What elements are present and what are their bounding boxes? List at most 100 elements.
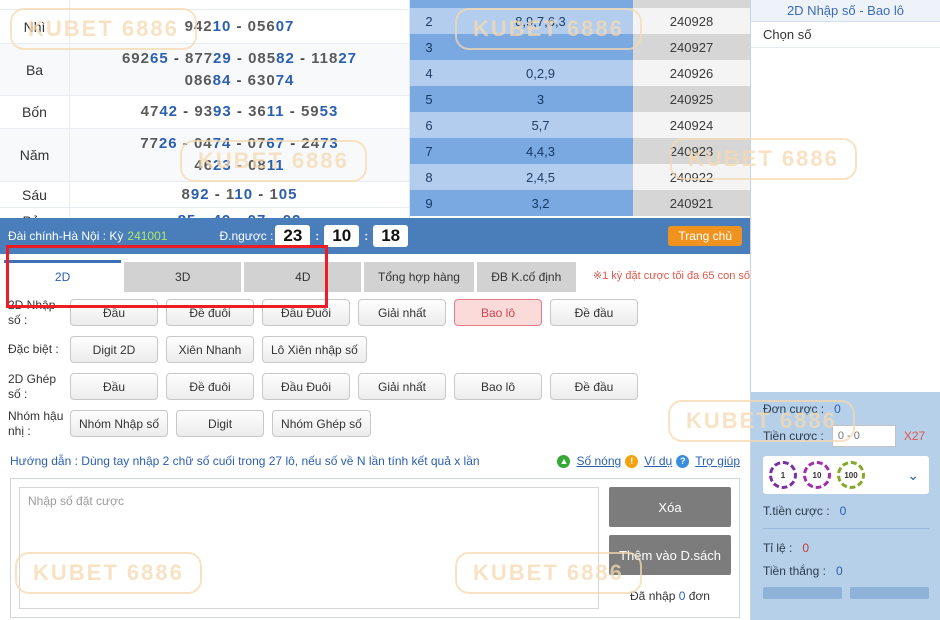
row-number: 8	[410, 164, 448, 190]
entered-suffix: đơn	[688, 589, 710, 603]
results-table: Nhì 94210 - 05607 Ba 69265 - 87729 - 085…	[0, 0, 750, 218]
bet-button-lo-xien-nhap-so[interactable]: Lô Xiên nhập số	[262, 336, 367, 363]
tab-3d[interactable]: 3D	[124, 262, 242, 292]
prize-label	[0, 0, 70, 9]
prize-results-list: Nhì 94210 - 05607 Ba 69265 - 87729 - 085…	[0, 0, 410, 218]
table-row: Ba 69265 - 87729 - 08582 - 11827 08684 -…	[0, 44, 409, 96]
win-amount-row: Tiền thắng : 0	[763, 564, 929, 578]
period-digit-table: 2 8,9,7,6,3 240928 3 240927 4 0,2,9 2409…	[410, 0, 750, 218]
bet-button-dau-duoi[interactable]: Đầu Đuôi	[262, 299, 350, 326]
bet-button-ghep-dau-duoi[interactable]: Đầu Đuôi	[262, 373, 350, 400]
bet-button-de-duoi[interactable]: Đề đuôi	[166, 299, 254, 326]
add-to-list-button[interactable]: Thêm vào D.sách	[609, 535, 731, 575]
entered-prefix: Đã nhập	[630, 589, 676, 603]
bet-summary-panel: Đơn cược : 0 Tiền cược : X27 1 10 100 ⌄ …	[751, 392, 940, 620]
bet-input-panel: Xóa Thêm vào D.sách Đã nhập 0 đơn	[10, 478, 740, 618]
question-circle-icon: ?	[676, 454, 690, 468]
bet-button-xien-nhanh[interactable]: Xiên Nhanh	[166, 336, 254, 363]
row-digits: 0,2,9	[448, 60, 633, 86]
prize-label: Bốn	[0, 96, 70, 128]
chip-10[interactable]: 10	[803, 461, 831, 489]
station-label: Đài chính-Hà Nội : Kỳ	[8, 229, 124, 243]
bet-button-dau[interactable]: Đầu	[70, 299, 158, 326]
prize-values: 85 - 49 - 07 - 02	[70, 208, 409, 218]
table-row: Nhì 94210 - 05607	[0, 10, 409, 44]
prize-values: 94210 - 05607	[184, 17, 295, 35]
guide-text: Hướng dẫn : Dùng tay nhập 2 chữ số cuối …	[10, 454, 480, 468]
tab-db-kco-dinh[interactable]: ĐB K.cố định	[476, 262, 576, 292]
table-row: 2 8,9,7,6,3 240928	[410, 8, 750, 34]
bet-amount-row: Tiền cược : X27	[763, 425, 929, 447]
prize-values	[70, 3, 409, 7]
link-tro-giup[interactable]: Trợ giúp	[695, 454, 740, 468]
chevron-down-icon[interactable]: ⌄	[907, 467, 919, 484]
bet-button-giai-nhat[interactable]: Giải nhất	[358, 299, 446, 326]
bet-button-de-dau[interactable]: Đề đầu	[550, 299, 638, 326]
table-row: 8 2,4,5 240922	[410, 164, 750, 190]
bet-button-digit-2d[interactable]: Digit 2D	[70, 336, 158, 363]
bet-amount-label: Tiền cược :	[763, 429, 824, 443]
chip-100[interactable]: 100	[837, 461, 865, 489]
table-row: 4 0,2,9 240926	[410, 60, 750, 86]
prize-values: 4742 - 9393 - 3611 - 5953	[140, 103, 339, 121]
bet-row-dac-biet: Đặc biệt : Digit 2D Xiên Nhanh Lô Xiên n…	[0, 331, 750, 368]
chip-selector: 1 10 100 ⌄	[763, 456, 929, 494]
bet-row-label: Nhóm hậu nhị :	[8, 408, 64, 438]
row-period: 240925	[633, 86, 750, 112]
bet-amount-input[interactable]	[831, 425, 896, 447]
link-so-nong[interactable]: Số nóng	[576, 454, 621, 468]
table-row-partial	[0, 0, 409, 10]
bet-button-ghep-giai-nhat[interactable]: Giải nhất	[358, 373, 446, 400]
countdown-separator: :	[315, 229, 320, 243]
tab-tong-hop-hang-so[interactable]: Tổng hợp hàng số	[364, 262, 474, 314]
bet-row-label: 2D Ghép số :	[8, 371, 57, 401]
row-number: 5	[410, 86, 448, 112]
bet-button-bao-lo[interactable]: Bao lô	[454, 299, 542, 326]
row-period: 240924	[633, 112, 750, 138]
row-digits	[448, 34, 633, 60]
chip-1[interactable]: 1	[769, 461, 797, 489]
prize-label: Năm	[0, 129, 70, 181]
bet-button-ghep-de-duoi[interactable]: Đề đuôi	[166, 373, 254, 400]
table-row: Năm 7726 - 0474 - 0767 - 2473 4623 - 081…	[0, 129, 409, 182]
bet-button-ghep-de-dau[interactable]: Đề đầu	[550, 373, 638, 400]
win-amount-label: Tiền thắng :	[763, 564, 826, 578]
prize-label: Ba	[0, 44, 70, 95]
home-button[interactable]: Trang chủ	[668, 226, 742, 246]
tab-4d[interactable]: 4D	[244, 262, 362, 292]
clear-button[interactable]: Xóa	[609, 487, 731, 527]
row-period: 240923	[633, 138, 750, 164]
prize-label: Bảy	[0, 208, 70, 218]
countdown-separator: :	[364, 229, 369, 243]
confirm-button-partial[interactable]	[763, 587, 842, 599]
reset-button-partial[interactable]	[850, 587, 929, 599]
bet-button-ghep-bao-lo[interactable]: Bao lô	[454, 373, 542, 400]
table-row-partial	[410, 0, 750, 8]
bet-button-nhom-ghep-so[interactable]: Nhóm Ghép số	[272, 410, 371, 437]
prize-label: Nhì	[0, 10, 70, 43]
bet-button-nhom-nhap-so[interactable]: Nhóm Nhập số	[70, 410, 169, 437]
tab-2d[interactable]: 2D	[4, 260, 122, 292]
action-buttons-row	[763, 587, 929, 599]
odds-row: Tỉ lệ : 0	[763, 541, 929, 555]
lottery-betting-app: Nhì 94210 - 05607 Ba 69265 - 87729 - 085…	[0, 0, 940, 620]
table-row: 9 3,2 240921	[410, 190, 750, 216]
entered-count: 0	[678, 589, 686, 603]
row-digits: 8,9,7,6,3	[448, 8, 633, 34]
row-number	[410, 0, 448, 8]
right-panel-subtitle: Chọn số	[751, 22, 940, 48]
table-row: Bảy 85 - 49 - 07 - 02	[0, 208, 409, 218]
row-digits	[448, 0, 633, 8]
win-amount-value: 0	[835, 564, 843, 578]
bet-button-ghep-dau[interactable]: Đầu	[70, 373, 158, 400]
table-row: Sáu 892 - 110 - 105	[0, 182, 409, 208]
link-vi-du[interactable]: Ví dụ	[644, 454, 672, 468]
bet-number-input[interactable]	[19, 487, 599, 609]
row-digits: 3	[448, 86, 633, 112]
row-period	[633, 0, 750, 8]
unit-bet-label: Đơn cược :	[763, 402, 825, 416]
countdown-minutes: 10	[324, 225, 360, 247]
bet-button-nhom-digit[interactable]: Digit	[176, 410, 265, 437]
guide-bar: Hướng dẫn : Dùng tay nhập 2 chữ số cuối …	[0, 449, 750, 473]
divider	[763, 528, 929, 529]
